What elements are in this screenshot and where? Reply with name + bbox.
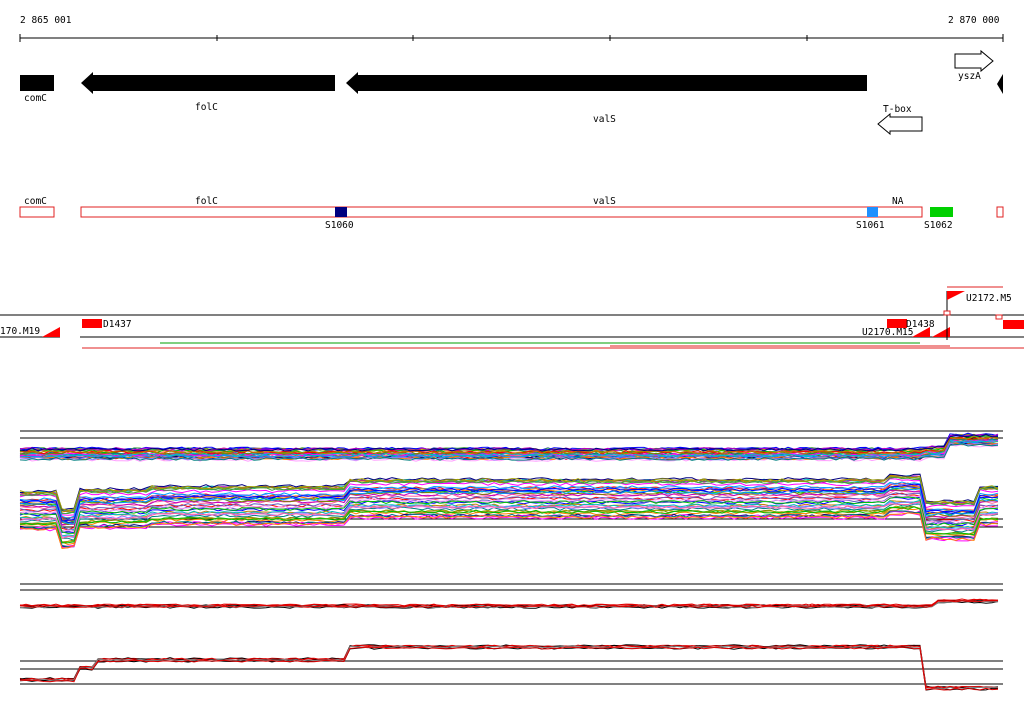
segment-label-NA: NA: [892, 196, 904, 207]
marker-S1060[interactable]: [335, 207, 347, 217]
gene-label-comC: comC: [24, 93, 47, 104]
signal-trace: [19, 644, 999, 689]
gene-label-valS: valS: [593, 114, 616, 125]
feature-right-partial[interactable]: [1003, 320, 1024, 329]
coordinate-ruler: 2 865 001 2 870 000: [19, 15, 1004, 42]
feature-D1437[interactable]: [82, 319, 102, 328]
segment-label-valS: valS: [593, 196, 616, 207]
feature-track: 170.M19 D1437 D1438 U2170.M15 U2172.M5: [0, 286, 1024, 349]
signal-trace: [19, 645, 998, 690]
feature-U2172M5-flag[interactable]: [947, 291, 965, 300]
genome-browser-view[interactable]: 2 865 001 2 870 000 comC folC valS T-box: [0, 0, 1024, 714]
signal-trace: [19, 644, 999, 689]
upper-traces-group-b: [19, 473, 999, 549]
feature-label-U2172M5: U2172.M5: [966, 293, 1012, 304]
segment-track: comC folC valS NA S1060 S1061 S1062: [19, 196, 1004, 231]
feature-small-box-right: [995, 314, 1003, 320]
feature-label-U2170M15: U2170.M15: [862, 327, 913, 338]
gene-valS[interactable]: valS: [346, 72, 867, 125]
gene-track: comC folC valS T-box yszA: [20, 49, 1003, 136]
marker-label-S1062: S1062: [924, 220, 953, 231]
gene-yszA[interactable]: yszA: [954, 49, 994, 82]
gene-partial-right-arrow[interactable]: [997, 74, 1003, 94]
feature-170M19-flag[interactable]: [42, 327, 60, 337]
gene-folC[interactable]: folC: [81, 72, 335, 113]
gene-comC[interactable]: comC: [20, 75, 54, 104]
ruler-end-label: 2 870 000: [948, 15, 1000, 26]
signal-trace: [19, 644, 999, 689]
feature-label-170M19: 170.M19: [0, 326, 40, 337]
marker-S1062[interactable]: [930, 207, 953, 217]
segment-comC[interactable]: [19, 206, 55, 218]
marker-S1061[interactable]: [867, 207, 878, 217]
segment-right-partial[interactable]: [996, 206, 1004, 218]
gene-label-yszA: yszA: [958, 71, 981, 82]
expression-plot-lower: [19, 583, 1003, 691]
marker-label-S1060: S1060: [325, 220, 354, 231]
marker-label-S1061: S1061: [856, 220, 885, 231]
segment-label-folC: folC: [195, 196, 218, 207]
signal-trace: [19, 432, 999, 451]
gene-label-T-box: T-box: [883, 104, 912, 115]
segment-label-comC: comC: [24, 196, 47, 207]
expression-plot-upper: [19, 430, 1003, 549]
gene-T-box[interactable]: T-box: [877, 104, 923, 136]
gene-label-folC: folC: [195, 102, 218, 113]
ruler-start-label: 2 865 001: [20, 15, 72, 26]
feature-small-box: [943, 310, 951, 316]
segment-folC-valS[interactable]: [80, 206, 923, 218]
upper-traces-group-a: [19, 432, 999, 462]
feature-label-D1437: D1437: [103, 319, 132, 330]
lower-traces-group: [19, 598, 999, 691]
